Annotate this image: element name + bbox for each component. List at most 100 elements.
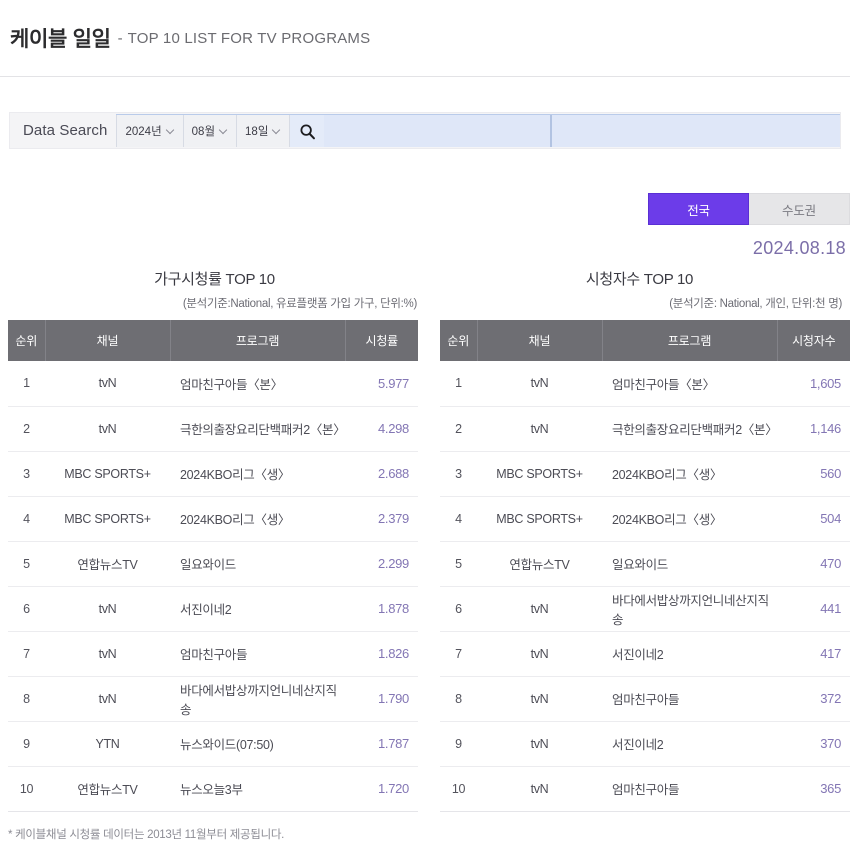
table-row[interactable]: 4 MBC SPORTS+ 2024KBO리그〈생〉 2.379 (8, 496, 418, 542)
cell-value: 1.787 (345, 721, 418, 767)
cell-channel: tvN (45, 586, 170, 632)
tables-container: 가구시청률 TOP 10 (분석기준:National, 유료플랫폼 가입 가구… (0, 268, 850, 812)
tab-nationwide[interactable]: 전국 (648, 193, 749, 225)
cell-value: 1,605 (777, 361, 850, 407)
cell-value: 1.826 (345, 631, 418, 677)
cell-rank: 2 (8, 406, 45, 452)
column-header-value: 시청자수 (777, 320, 850, 361)
cell-value: 1,146 (777, 406, 850, 452)
cell-value: 504 (777, 496, 850, 542)
table-row[interactable]: 1 tvN 엄마친구아들〈본〉 1,605 (440, 361, 850, 407)
cell-program: 2024KBO리그〈생〉 (602, 496, 777, 542)
cell-rank: 4 (440, 496, 477, 542)
cell-channel: tvN (477, 361, 602, 407)
table-row[interactable]: 5 연합뉴스TV 일요와이드 2.299 (8, 541, 418, 587)
cell-channel: tvN (477, 721, 602, 767)
table-row[interactable]: 9 tvN 서진이네2 370 (440, 721, 850, 767)
secondary-search-input[interactable] (552, 115, 840, 147)
cell-program: 엄마친구아들 (602, 766, 777, 812)
table-row[interactable]: 9 YTN 뉴스와이드(07:50) 1.787 (8, 721, 418, 767)
cell-program: 바다에서밥상까지언니네산지직송 (602, 586, 777, 632)
cell-value: 2.299 (345, 541, 418, 587)
cell-value: 560 (777, 451, 850, 497)
cell-program: 엄마친구아들〈본〉 (170, 361, 345, 407)
selected-date: 2024.08.18 (752, 238, 846, 258)
month-select[interactable]: 08월 (183, 115, 238, 147)
search-button[interactable] (290, 115, 324, 147)
cell-value: 1.790 (345, 676, 418, 722)
cell-value: 370 (777, 721, 850, 767)
cell-rank: 7 (440, 631, 477, 677)
page-root: 케이블 일일 - TOP 10 LIST FOR TV PROGRAMS Dat… (0, 0, 850, 852)
table-row[interactable]: 2 tvN 극한의출장요리단백패커2〈본〉 4.298 (8, 406, 418, 452)
table-row[interactable]: 3 MBC SPORTS+ 2024KBO리그〈생〉 2.688 (8, 451, 418, 497)
cell-rank: 6 (8, 586, 45, 632)
household-rating-table-block: 가구시청률 TOP 10 (분석기준:National, 유료플랫폼 가입 가구… (0, 268, 425, 812)
chevron-down-icon (273, 126, 282, 135)
footer-note: * 케이블채널 시청률 데이터는 2013년 11월부터 제공됩니다. (8, 829, 285, 841)
cell-rank: 9 (8, 721, 45, 767)
cell-rank: 4 (8, 496, 45, 542)
page-header: 케이블 일일 - TOP 10 LIST FOR TV PROGRAMS (0, 0, 850, 77)
table-row[interactable]: 4 MBC SPORTS+ 2024KBO리그〈생〉 504 (440, 496, 850, 542)
column-header-rank: 순위 (8, 320, 46, 361)
cell-program: 일요와이드 (602, 541, 777, 587)
cell-channel: tvN (477, 586, 602, 632)
table-row[interactable]: 1 tvN 엄마친구아들〈본〉 5.977 (8, 361, 418, 407)
cell-value: 4.298 (345, 406, 418, 452)
cell-rank: 6 (440, 586, 477, 632)
cell-program: 뉴스와이드(07:50) (170, 721, 345, 767)
table-row[interactable]: 8 tvN 엄마친구아들 372 (440, 676, 850, 722)
cell-program: 2024KBO리그〈생〉 (170, 496, 345, 542)
table-row[interactable]: 5 연합뉴스TV 일요와이드 470 (440, 541, 850, 587)
cell-program: 극한의출장요리단백패커2〈본〉 (170, 406, 346, 452)
table-row[interactable]: 8 tvN 바다에서밥상까지언니네산지직송 1.790 (8, 676, 418, 722)
household-rating-table: 순위 채널 프로그램 시청률 1 tvN 엄마친구아들〈본〉 5.977 2 t… (8, 320, 418, 812)
day-select-value: 18일 (245, 126, 269, 138)
cell-channel: tvN (477, 631, 602, 677)
cell-rank: 1 (440, 361, 477, 407)
cell-value: 365 (777, 766, 850, 812)
cell-program: 서진이네2 (602, 631, 777, 677)
cell-rank: 8 (440, 676, 477, 722)
cell-rank: 1 (8, 361, 45, 407)
cell-program: 극한의출장요리단백패커2〈본〉 (602, 406, 778, 452)
cell-rank: 2 (440, 406, 477, 452)
cell-channel: MBC SPORTS+ (477, 451, 602, 497)
column-header-value: 시청률 (345, 320, 418, 361)
cell-channel: tvN (477, 676, 602, 722)
cell-channel: 연합뉴스TV (45, 766, 170, 812)
cell-value: 372 (777, 676, 850, 722)
table-row[interactable]: 6 tvN 서진이네2 1.878 (8, 586, 418, 632)
table-row[interactable]: 10 tvN 엄마친구아들 365 (440, 766, 850, 812)
table-row[interactable]: 2 tvN 극한의출장요리단백패커2〈본〉 1,146 (440, 406, 850, 452)
column-header-program: 프로그램 (170, 320, 346, 361)
cell-program: 엄마친구아들 (170, 631, 345, 677)
table-row[interactable]: 10 연합뉴스TV 뉴스오늘3부 1.720 (8, 766, 418, 812)
cell-rank: 7 (8, 631, 45, 677)
year-select[interactable]: 2024년 (116, 115, 184, 147)
chevron-down-icon (220, 126, 229, 135)
cell-value: 1.720 (345, 766, 418, 812)
table-title: 시청자수 TOP 10 (585, 271, 694, 288)
table-row[interactable]: 6 tvN 바다에서밥상까지언니네산지직송 441 (440, 586, 850, 632)
day-select[interactable]: 18일 (237, 115, 291, 147)
cell-program: 바다에서밥상까지언니네산지직송 (170, 676, 345, 722)
column-header-rank: 순위 (440, 320, 478, 361)
cell-channel: YTN (45, 721, 170, 767)
cell-channel: tvN (45, 676, 170, 722)
table-row[interactable]: 7 tvN 엄마친구아들 1.826 (8, 631, 418, 677)
year-select-value: 2024년 (125, 126, 162, 138)
cell-channel: tvN (45, 406, 170, 452)
table-row[interactable]: 3 MBC SPORTS+ 2024KBO리그〈생〉 560 (440, 451, 850, 497)
cell-program: 엄마친구아들〈본〉 (602, 361, 777, 407)
cell-channel: 연합뉴스TV (45, 541, 170, 587)
cell-rank: 8 (8, 676, 45, 722)
tab-metro[interactable]: 수도권 (749, 193, 850, 225)
cell-value: 2.379 (345, 496, 418, 542)
cell-program: 2024KBO리그〈생〉 (170, 451, 345, 497)
table-row[interactable]: 7 tvN 서진이네2 417 (440, 631, 850, 677)
table-subtitle: (분석기준: National, 개인, 단위:천 명) (669, 298, 842, 310)
cell-channel: MBC SPORTS+ (45, 451, 170, 497)
search-input[interactable] (324, 115, 550, 147)
